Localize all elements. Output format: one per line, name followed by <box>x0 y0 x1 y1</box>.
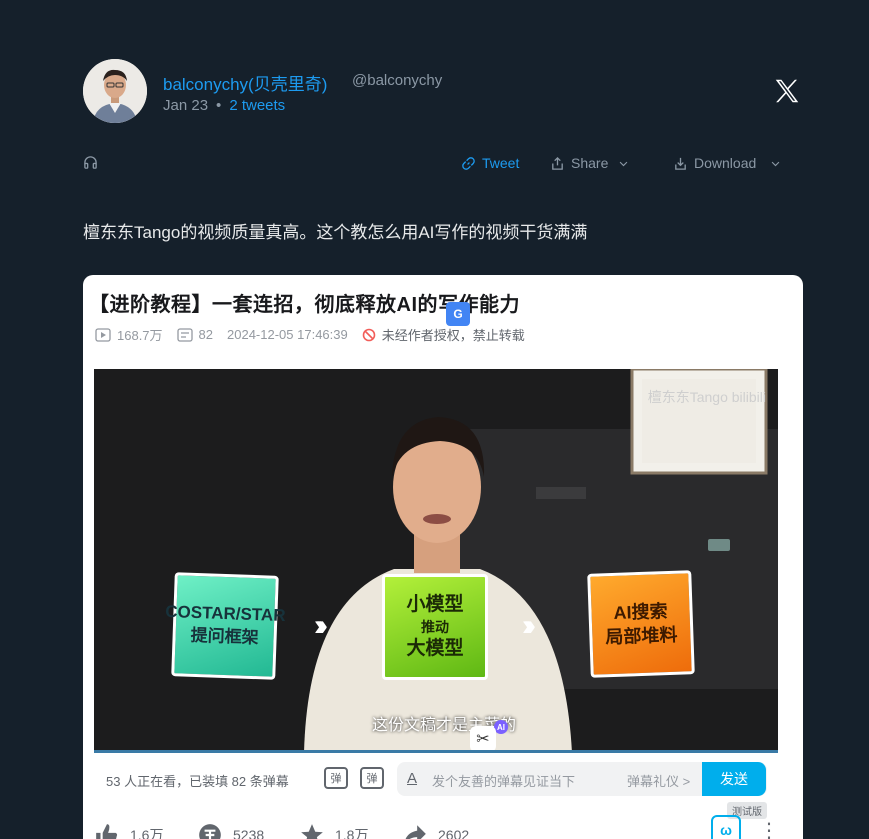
publish-date: 2024-12-05 17:46:39 <box>227 327 348 342</box>
views-count: 168.7万 <box>117 328 163 343</box>
share-icon <box>552 156 563 170</box>
double-chevron-icon: ››› <box>314 609 328 642</box>
author-avatar[interactable] <box>83 59 147 123</box>
video-actions: 1.6万 5238 1.8万 2602 <box>94 820 778 839</box>
headphones-icon <box>84 156 97 169</box>
concept-card-line: 局部堆料 <box>605 624 678 648</box>
danmaku-count: 82 <box>198 327 214 342</box>
concept-card-line: 推动 <box>421 618 449 635</box>
ai-badge: AI <box>494 720 508 734</box>
author-display-name[interactable]: balconychy(贝壳里奇) <box>163 70 327 95</box>
concept-card-ai-search: AI搜索 局部堆料 <box>587 570 695 678</box>
tweet-toolbar: Tweet Share Download <box>83 155 803 177</box>
tweet-text: 檀东东Tango的视频质量真高。这个教怎么用AI写作的视频干货满满 <box>83 223 588 242</box>
thread-count-link[interactable]: 2 tweets <box>229 97 285 114</box>
video-player[interactable]: 檀东东Tango bilibili COSTAR/STAR 提问框架 ››› 小… <box>94 369 778 753</box>
share-arrow-icon <box>405 825 426 839</box>
listen-button[interactable] <box>83 155 98 170</box>
play-count-icon <box>95 327 111 342</box>
danmaku-count-icon <box>176 327 193 342</box>
coin-button[interactable]: 5238 <box>197 822 264 839</box>
share-video-button[interactable]: 2602 <box>402 822 469 839</box>
tweet-meta: Jan 23 • 2 tweets <box>163 97 285 114</box>
star-icon <box>301 824 323 839</box>
download-button[interactable]: Download <box>673 155 781 171</box>
danmaku-send-button[interactable]: 发送 <box>702 762 766 796</box>
danmaku-stat: 82 <box>176 327 214 342</box>
tweet-link-label: Tweet <box>482 155 520 171</box>
danmaku-status: 53 人正在看，已装填 82 条弹幕 <box>106 774 289 789</box>
prohibited-icon <box>362 328 376 341</box>
danmaku-settings-icon[interactable]: 弹 <box>360 767 384 789</box>
meta-separator: • <box>216 97 222 114</box>
danmaku-placeholder: 发个友善的弹幕见证当下 <box>432 774 576 789</box>
tweet-link-button[interactable]: Tweet <box>461 155 519 171</box>
share-count: 2602 <box>438 827 470 839</box>
download-label: Download <box>694 155 757 171</box>
danmaku-etiquette-link[interactable]: 弹幕礼仪 > <box>627 771 690 790</box>
thumbs-up-icon <box>96 824 118 839</box>
x-logo-icon[interactable] <box>772 76 802 106</box>
video-stats: 168.7万 82 2024-12-05 17:46:39 未经作者授权，禁止转… <box>95 325 525 344</box>
rights-notice-text: 未经作者授权，禁止转载 <box>381 328 525 343</box>
rights-notice: 未经作者授权，禁止转载 <box>362 325 525 344</box>
concept-card-line: 小模型 <box>406 593 464 615</box>
author-handle[interactable]: @balconychy <box>352 72 442 89</box>
views-stat: 168.7万 <box>95 325 163 344</box>
double-chevron-icon: ››› <box>522 609 536 642</box>
favorite-button[interactable]: 1.8万 <box>299 822 368 839</box>
download-icon <box>675 157 686 170</box>
translate-icon[interactable]: G <box>446 302 470 326</box>
video-frame-background <box>94 369 778 753</box>
favorite-count: 1.8万 <box>335 827 369 839</box>
scissors-icon[interactable]: ✂ <box>470 726 496 752</box>
concept-card-small-model: 小模型 推动 大模型 <box>382 574 488 680</box>
tweet-date: Jan 23 <box>163 97 209 114</box>
chevron-down-icon <box>771 161 780 166</box>
tweet-media-card[interactable]: 【进阶教程】一套连招，彻底释放AI的写作能力 G 168.7万 82 2024-… <box>83 275 803 839</box>
like-button[interactable]: 1.6万 <box>94 822 163 839</box>
like-count: 1.6万 <box>130 827 164 839</box>
more-options-icon[interactable]: ⋮ <box>759 818 779 839</box>
share-button[interactable]: Share <box>550 155 629 171</box>
concept-card-line: AI搜索 <box>613 600 668 623</box>
coin-count: 5238 <box>233 827 265 839</box>
video-watermark: 檀东东Tango bilibili <box>647 389 766 405</box>
share-label: Share <box>571 155 609 171</box>
concept-card-line: 提问框架 <box>190 625 259 648</box>
coin-icon <box>199 824 221 839</box>
chevron-down-icon <box>620 161 628 166</box>
danmaku-toggle-icon[interactable]: 弹 <box>324 767 348 789</box>
text-style-icon[interactable]: A <box>407 770 417 787</box>
concept-card-line: COSTAR/STAR <box>165 601 286 626</box>
concept-card-costar: COSTAR/STAR 提问框架 <box>165 572 286 680</box>
concept-card-line: 大模型 <box>406 638 464 660</box>
danmaku-bar: 53 人正在看，已装填 82 条弹幕 弹 弹 A 发个友善的弹幕见证当下 弹幕礼… <box>94 753 778 803</box>
link-icon <box>462 156 475 170</box>
ai-assistant-icon[interactable]: ω <box>711 815 741 839</box>
